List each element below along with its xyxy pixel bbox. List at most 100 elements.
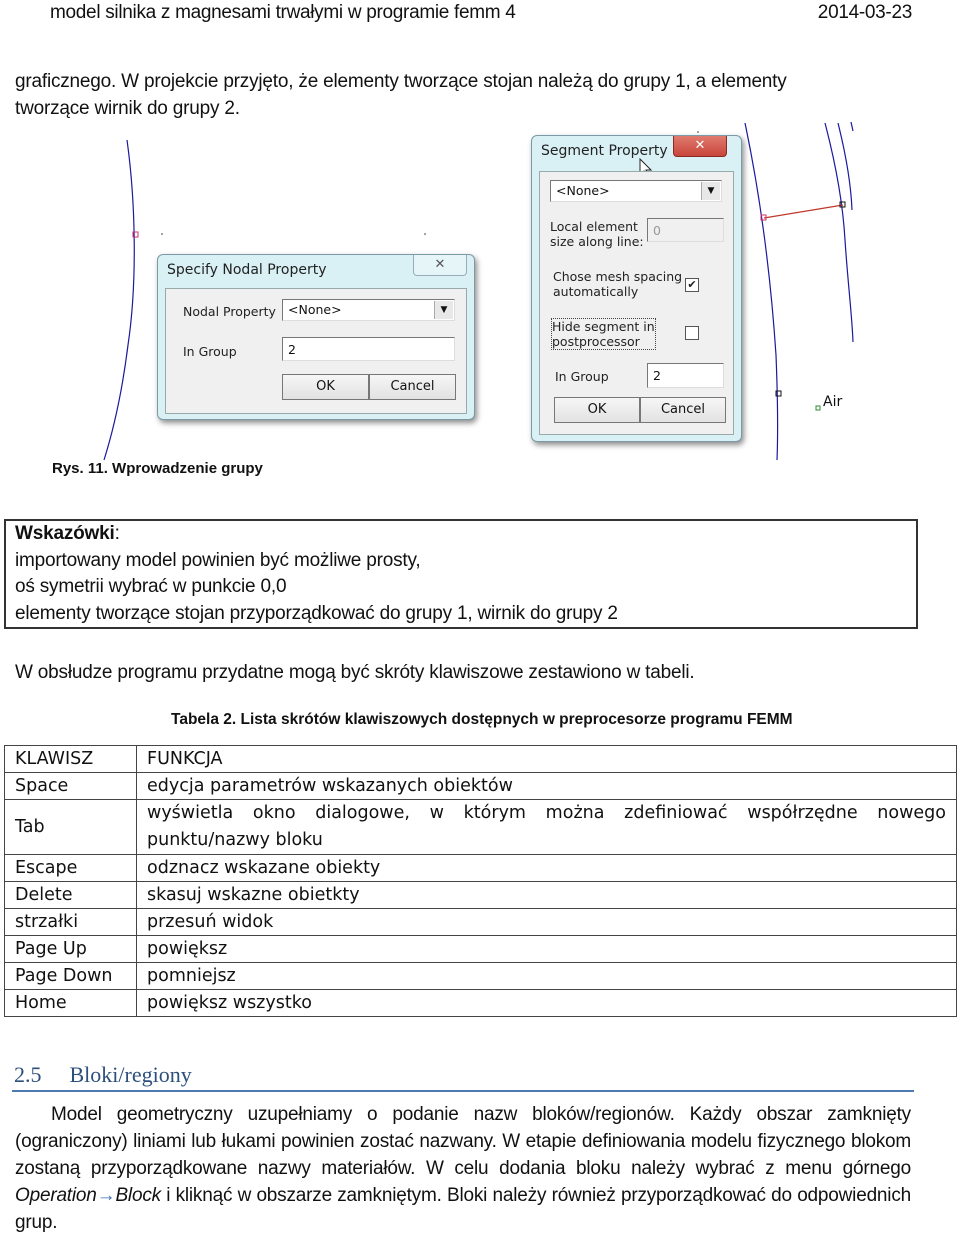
local-size-label-line-1: Local element	[550, 219, 638, 234]
nodal-in-group-label: In Group	[183, 344, 237, 359]
segment-dialog-body: <None> ▼ Local element size along line: …	[539, 171, 734, 435]
paragraph-text: Model geometryczny uzupełniamy o podanie…	[15, 1104, 911, 1179]
chevron-down-icon[interactable]: ▼	[701, 182, 720, 200]
segment-in-group-input[interactable]	[647, 363, 724, 388]
auto-mesh-label: Chose mesh spacing automatically	[553, 269, 682, 299]
figure-caption: Rys. 11. Wprowadzenie grupy	[52, 460, 263, 477]
nodal-cancel-button[interactable]: Cancel	[369, 374, 456, 400]
table-row: Tab wyświetla okno dialogowe, w którym m…	[4, 799, 957, 855]
intro-paragraph: graficznego. W projekcie przyjęto, że el…	[15, 68, 911, 122]
section-paragraph: Model geometryczny uzupełniamy o podanie…	[15, 1101, 911, 1236]
nodal-dialog-title: Specify Nodal Property	[167, 262, 327, 278]
nodal-in-group-input[interactable]	[282, 337, 455, 361]
table-row: Space edycja parametrów wskazanych obiek…	[4, 772, 957, 800]
segment-property-dialog: Segment Property ✕ <None> ▼ Local elemen…	[531, 135, 742, 442]
segment-ok-button[interactable]: OK	[554, 397, 640, 423]
segment-property-value: <None>	[556, 183, 610, 198]
table-cell-key: strzałki	[4, 908, 137, 936]
menu-path-block: Block	[115, 1185, 161, 1206]
auto-mesh-checkbox[interactable]: ✔	[685, 278, 699, 292]
table-cell-key: Delete	[4, 881, 137, 909]
section-title: Bloki/regiony	[69, 1062, 192, 1087]
auto-mesh-label-line-1: Chose mesh spacing	[553, 269, 683, 284]
table-cell-key: Page Down	[4, 962, 137, 990]
document-header-title: model silnika z magnesami trwałymi w pro…	[50, 2, 516, 23]
table-header-function: FUNKCJA	[136, 745, 957, 773]
table-cell-key: Tab	[4, 799, 137, 855]
close-icon: ✕	[434, 257, 446, 272]
selected-segment	[763, 204, 844, 219]
nodal-dialog-close-button[interactable]: ✕	[413, 255, 467, 276]
table-cell-key: Escape	[4, 854, 137, 882]
table-cell-function: skasuj wskazne obietkty	[136, 881, 957, 909]
tips-item: elementy tworzące stojan przyporządkować…	[15, 602, 618, 624]
segment-property-select[interactable]: <None> ▼	[550, 180, 722, 202]
table-row: Delete skasuj wskazne obietkty	[4, 881, 957, 909]
table-row: strzałki przesuń widok	[4, 908, 957, 936]
table-cell-key: Home	[4, 989, 137, 1017]
table-caption: Tabela 2. Lista skrótów klawiszowych dos…	[171, 711, 793, 728]
table-row: Page Down pomniejsz	[4, 962, 957, 990]
nodal-dialog-body: Nodal Property <None> ▼ In Group OK Canc…	[165, 288, 467, 414]
hide-segment-checkbox[interactable]	[685, 326, 699, 340]
section-number: 2.5	[14, 1062, 42, 1087]
local-size-input[interactable]	[647, 218, 724, 242]
tips-title: Wskazówki:	[6, 521, 916, 548]
grid-dot	[697, 131, 699, 133]
intro-line-1: graficznego. W projekcie przyjęto, że el…	[15, 71, 787, 92]
chevron-down-icon[interactable]: ▼	[434, 301, 453, 319]
nodal-property-value: <None>	[288, 302, 342, 317]
table-cell-key: Space	[4, 772, 137, 800]
section-divider	[12, 1090, 914, 1092]
auto-mesh-label-line-2: automatically	[553, 284, 639, 299]
table-row: Escape odznacz wskazane obiekty	[4, 854, 957, 882]
section-heading: 2.5 Bloki/regiony	[14, 1062, 192, 1088]
figure-femm-screenshot: Air Specify Nodal Property ✕ Nodal Prope…	[0, 115, 960, 465]
geometry-canvas	[103, 121, 854, 461]
table-row: Home powiększ wszystko	[4, 989, 957, 1017]
table-cell-function: powiększ wszystko	[136, 989, 957, 1017]
table-cell-function: odznacz wskazane obiekty	[136, 854, 957, 882]
table-cell-function: wyświetla okno dialogowe, w którym można…	[136, 799, 957, 855]
nodal-ok-button[interactable]: OK	[282, 374, 369, 400]
grid-dot	[161, 233, 163, 235]
shortcuts-table: KLAWISZ FUNKCJA Space edycja parametrów …	[4, 745, 957, 1017]
rotor-arc-inner-3	[850, 121, 854, 132]
nodal-property-select[interactable]: <None> ▼	[282, 299, 455, 321]
tips-title-colon: :	[114, 523, 120, 544]
table-cell-key: Page Up	[4, 935, 137, 963]
segment-dialog-close-button[interactable]: ✕	[673, 136, 727, 157]
local-size-label: Local element size along line:	[550, 219, 644, 249]
close-icon: ✕	[694, 138, 706, 153]
tips-item: oś symetrii wybrać w punkcie 0,0	[15, 576, 287, 597]
table-cell-function: pomniejsz	[136, 962, 957, 990]
nodal-property-dialog: Specify Nodal Property ✕ Nodal Property …	[157, 254, 475, 420]
document-header-date: 2014-03-23	[817, 2, 913, 23]
block-label-marker	[815, 405, 821, 411]
table-cell-function: powiększ	[136, 935, 957, 963]
grid-dot	[424, 233, 426, 235]
segment-cancel-button[interactable]: Cancel	[640, 397, 726, 423]
table-cell-function: przesuń widok	[136, 908, 957, 936]
hide-segment-label-line-2: postprocessor	[552, 334, 640, 349]
tips-title-text: Wskazówki	[15, 523, 115, 544]
segment-in-group-label: In Group	[555, 369, 609, 384]
hide-segment-label: Hide segment in postprocessor	[551, 318, 656, 350]
menu-path-operation: Operation	[15, 1185, 97, 1206]
rotor-arc-inner-1	[824, 122, 854, 343]
tips-item: importowany model powinien być możliwe p…	[15, 549, 421, 571]
nodal-property-label: Nodal Property	[183, 304, 276, 319]
rotor-arc-outer	[744, 122, 779, 461]
local-size-label-line-2: size along line:	[550, 234, 644, 249]
table-cell-function: edycja parametrów wskazanych obiektów	[136, 772, 957, 800]
arrow-right-icon: →	[96, 1185, 116, 1206]
table-row: Page Up powiększ	[4, 935, 957, 963]
table-header-key: KLAWISZ	[4, 745, 137, 773]
block-label-air: Air	[823, 394, 843, 410]
shortcuts-intro: W obsłudze programu przydatne mogą być s…	[15, 662, 695, 683]
stator-arc-left	[103, 139, 135, 461]
table-header-row: KLAWISZ FUNKCJA	[4, 745, 957, 773]
hide-segment-label-line-1: Hide segment in	[552, 319, 655, 334]
segment-dialog-title: Segment Property	[541, 143, 668, 159]
tips-box: Wskazówki: importowany model powinien by…	[4, 519, 918, 629]
